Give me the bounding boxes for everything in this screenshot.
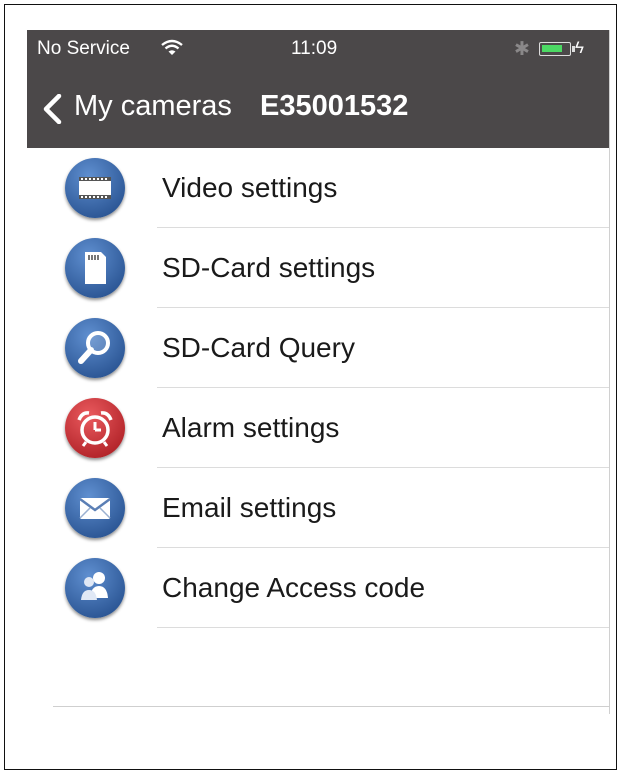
menu-item-alarm-settings[interactable]: Alarm settings <box>27 388 610 468</box>
users-icon <box>65 558 125 618</box>
status-bar: No Service 11:09 ✱ ϟ <box>27 30 610 68</box>
menu-item-sd-card-settings[interactable]: SD-Card settings <box>27 228 610 308</box>
menu-item-label: Change Access code <box>162 572 426 603</box>
page-title: E35001532 <box>260 90 409 122</box>
screen-right-border <box>609 30 610 714</box>
battery-icon <box>539 42 575 56</box>
chevron-left-icon[interactable] <box>41 93 63 125</box>
menu-item-label: Video settings <box>162 172 338 203</box>
alarm-clock-icon <box>65 398 125 458</box>
phone-screen: No Service 11:09 ✱ ϟ My cameras E3500153… <box>27 30 610 714</box>
film-strip-icon <box>65 158 125 218</box>
magnifier-icon <box>65 318 125 378</box>
menu-item-label: SD-Card Query <box>162 332 355 363</box>
charging-bolt-icon: ϟ <box>575 38 584 57</box>
clock-label: 11:09 <box>291 38 338 59</box>
back-button[interactable]: My cameras <box>74 90 232 123</box>
menu-item-label: SD-Card settings <box>162 252 376 283</box>
menu-item-sd-card-query[interactable]: SD-Card Query <box>27 308 610 388</box>
bluetooth-icon: ✱ <box>514 39 530 60</box>
sd-card-icon <box>65 238 125 298</box>
envelope-icon <box>65 478 125 538</box>
row-divider <box>157 627 610 628</box>
menu-item-email-settings[interactable]: Email settings <box>27 468 610 548</box>
wifi-icon <box>160 39 184 57</box>
list-bottom-divider <box>53 706 610 707</box>
settings-list: Video settings SD-Card settings SD-Card … <box>27 148 610 628</box>
carrier-label: No Service <box>37 38 130 59</box>
menu-item-label: Alarm settings <box>162 412 340 443</box>
menu-item-change-access-code[interactable]: Change Access code <box>27 548 610 628</box>
navigation-bar: My cameras E35001532 <box>27 68 610 148</box>
menu-item-video-settings[interactable]: Video settings <box>27 148 610 228</box>
menu-item-label: Email settings <box>162 492 337 523</box>
